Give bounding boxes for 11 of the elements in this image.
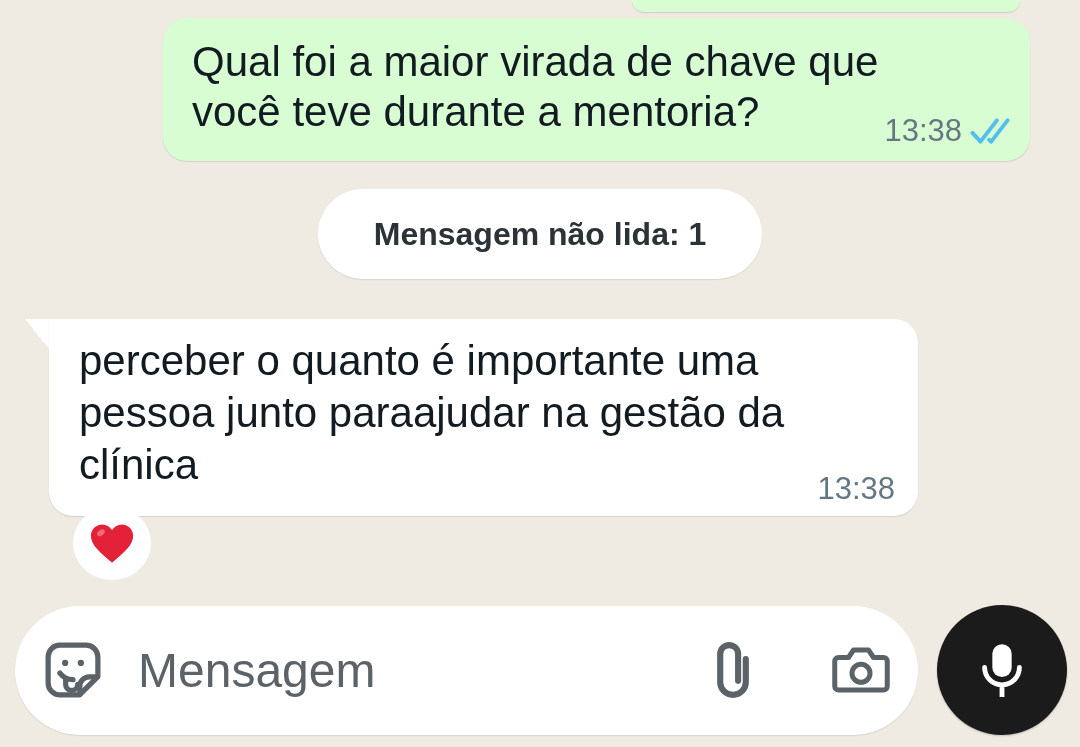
microphone-icon	[982, 643, 1022, 697]
message-time: 13:38	[884, 113, 962, 149]
message-text: Qual foi a maior virada de chave que você teve durante a mentoria?	[192, 37, 880, 137]
message-text: perceber o quanto é importante uma pessoa junto paraajudar na gestão da clínica	[79, 336, 786, 490]
message-composer[interactable]: Mensagem	[15, 605, 918, 735]
unread-messages-banner: Mensagem não lida: 1	[317, 189, 763, 279]
message-time: 13:38	[817, 471, 895, 507]
sticker-face-icon[interactable]	[45, 642, 101, 698]
paperclip-icon[interactable]	[717, 642, 749, 698]
message-input-field[interactable]: Mensagem	[138, 642, 717, 698]
camera-icon[interactable]	[832, 647, 890, 693]
